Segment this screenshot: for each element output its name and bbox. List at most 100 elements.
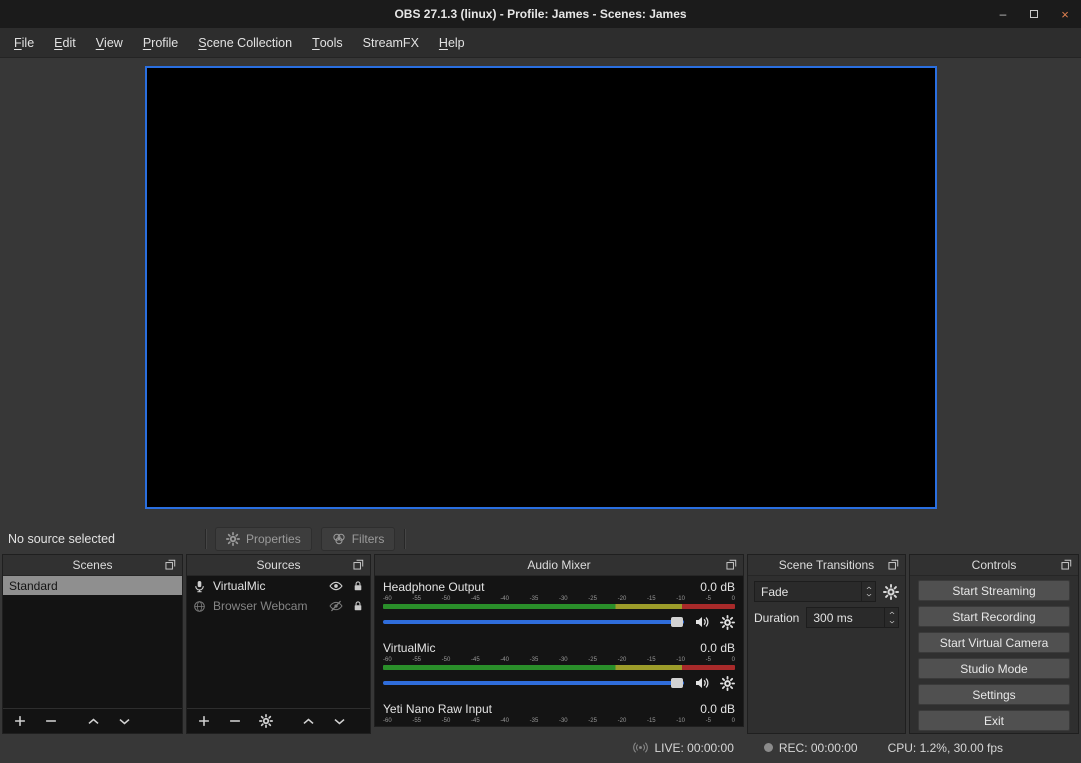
menu-edit[interactable]: Edit: [44, 28, 86, 57]
chevron-up-icon: [87, 715, 100, 728]
source-item-browser-webcam[interactable]: Browser Webcam: [187, 596, 370, 616]
controls-popout-button[interactable]: [1060, 558, 1073, 571]
duration-spinbox[interactable]: 300 ms: [806, 607, 899, 628]
dock-popout-icon: [887, 558, 900, 571]
audio-mixer-header: Audio Mixer: [375, 555, 743, 576]
scenes-toolbar: [3, 708, 182, 733]
controls-dock: Controls Start Streaming Start Recording…: [909, 554, 1079, 734]
dock-popout-icon: [164, 558, 177, 571]
scene-move-up-button[interactable]: [85, 713, 101, 729]
duration-decrease-button[interactable]: [885, 618, 898, 628]
scenes-list: Standard: [3, 576, 182, 708]
filters-button[interactable]: Filters: [321, 527, 396, 551]
scenes-title: Scenes: [72, 558, 112, 572]
scenes-popout-button[interactable]: [164, 558, 177, 571]
source-item-virtualmic[interactable]: VirtualMic: [187, 576, 370, 596]
add-source-button[interactable]: [196, 713, 212, 729]
slider-handle[interactable]: [671, 678, 683, 688]
controls-title: Controls: [972, 558, 1017, 572]
menu-tools[interactable]: Tools: [302, 28, 353, 57]
slider-handle[interactable]: [671, 617, 683, 627]
sources-dock: Sources VirtualMic Browser Webcam: [186, 554, 371, 734]
transitions-popout-button[interactable]: [887, 558, 900, 571]
chevron-down-icon: [888, 619, 896, 625]
scene-item-standard[interactable]: Standard: [3, 576, 182, 595]
transition-select[interactable]: Fade: [754, 581, 876, 602]
scene-move-down-button[interactable]: [116, 713, 132, 729]
preview-canvas[interactable]: [145, 66, 937, 509]
eye-icon[interactable]: [329, 579, 343, 593]
rec-status: REC: 00:00:00: [764, 741, 858, 755]
mixer-settings-button[interactable]: [720, 676, 735, 691]
close-icon: ×: [1061, 7, 1069, 22]
chevron-up-icon: [865, 585, 873, 591]
start-streaming-button[interactable]: Start Streaming: [918, 580, 1070, 601]
minus-icon: [44, 714, 58, 728]
chevron-up-icon: [302, 715, 315, 728]
menubar: File Edit View Profile Scene Collection …: [0, 28, 1081, 58]
audio-mixer-dock: Audio Mixer Headphone Output 0.0 dB -60-…: [374, 554, 744, 727]
filters-icon: [332, 532, 346, 546]
mic-icon: [193, 580, 206, 593]
studio-mode-button[interactable]: Studio Mode: [918, 658, 1070, 679]
chevron-down-icon: [333, 715, 346, 728]
volume-slider[interactable]: [383, 617, 684, 627]
combo-arrows[interactable]: [861, 582, 875, 601]
start-recording-button[interactable]: Start Recording: [918, 606, 1070, 627]
dock-popout-icon: [1060, 558, 1073, 571]
globe-icon: [193, 600, 206, 613]
menu-help[interactable]: Help: [429, 28, 475, 57]
speaker-icon: [694, 614, 710, 630]
remove-source-button[interactable]: [227, 713, 243, 729]
gear-icon: [259, 714, 273, 728]
start-virtual-camera-button[interactable]: Start Virtual Camera: [918, 632, 1070, 653]
duration-increase-button[interactable]: [885, 608, 898, 618]
mute-button[interactable]: [694, 614, 710, 630]
mixer-db-value: 0.0 dB: [700, 641, 735, 655]
settings-button[interactable]: Settings: [918, 684, 1070, 705]
mute-button[interactable]: [694, 675, 710, 691]
volume-meter: [383, 604, 735, 609]
scene-transitions-dock: Scene Transitions Fade Duration 300 ms: [747, 554, 906, 734]
properties-button[interactable]: Properties: [215, 527, 312, 551]
window-title: OBS 27.1.3 (linux) - Profile: James - Sc…: [0, 7, 1081, 21]
menu-streamfx[interactable]: StreamFX: [353, 28, 429, 57]
menu-file[interactable]: File: [4, 28, 44, 57]
transition-properties-button[interactable]: [883, 584, 899, 600]
menu-view[interactable]: View: [86, 28, 133, 57]
source-move-up-button[interactable]: [300, 713, 316, 729]
mixer-name: Headphone Output: [383, 580, 484, 594]
mixer-db-value: 0.0 dB: [700, 702, 735, 716]
mixer-name: VirtualMic: [383, 641, 435, 655]
audio-mixer-body: Headphone Output 0.0 dB -60-55-50-45-40-…: [375, 576, 743, 726]
titlebar[interactable]: OBS 27.1.3 (linux) - Profile: James - Sc…: [0, 0, 1081, 28]
mixer-db-value: 0.0 dB: [700, 580, 735, 594]
source-properties-button[interactable]: [258, 713, 274, 729]
source-move-down-button[interactable]: [331, 713, 347, 729]
audio-mixer-popout-button[interactable]: [725, 558, 738, 571]
maximize-button[interactable]: [1026, 6, 1042, 22]
plus-icon: [197, 714, 211, 728]
minimize-icon: –: [1000, 7, 1007, 21]
minus-icon: [228, 714, 242, 728]
add-scene-button[interactable]: [12, 713, 28, 729]
minimize-button[interactable]: –: [995, 6, 1011, 22]
scene-transitions-title: Scene Transitions: [779, 558, 874, 572]
volume-slider[interactable]: [383, 678, 684, 688]
broadcast-icon: [633, 740, 648, 755]
remove-scene-button[interactable]: [43, 713, 59, 729]
lock-icon[interactable]: [352, 600, 364, 612]
sources-popout-button[interactable]: [352, 558, 365, 571]
close-button[interactable]: ×: [1057, 6, 1073, 22]
sources-toolbar: [187, 708, 370, 733]
eye-off-icon[interactable]: [329, 599, 343, 613]
exit-button[interactable]: Exit: [918, 710, 1070, 731]
menu-profile[interactable]: Profile: [133, 28, 188, 57]
lock-icon[interactable]: [352, 580, 364, 592]
mixer-settings-button[interactable]: [720, 615, 735, 630]
menu-scene-collection[interactable]: Scene Collection: [188, 28, 302, 57]
scene-transitions-header: Scene Transitions: [748, 555, 905, 576]
separator: [404, 529, 405, 549]
volume-meter: [383, 665, 735, 670]
scenes-dock: Scenes Standard: [2, 554, 183, 734]
